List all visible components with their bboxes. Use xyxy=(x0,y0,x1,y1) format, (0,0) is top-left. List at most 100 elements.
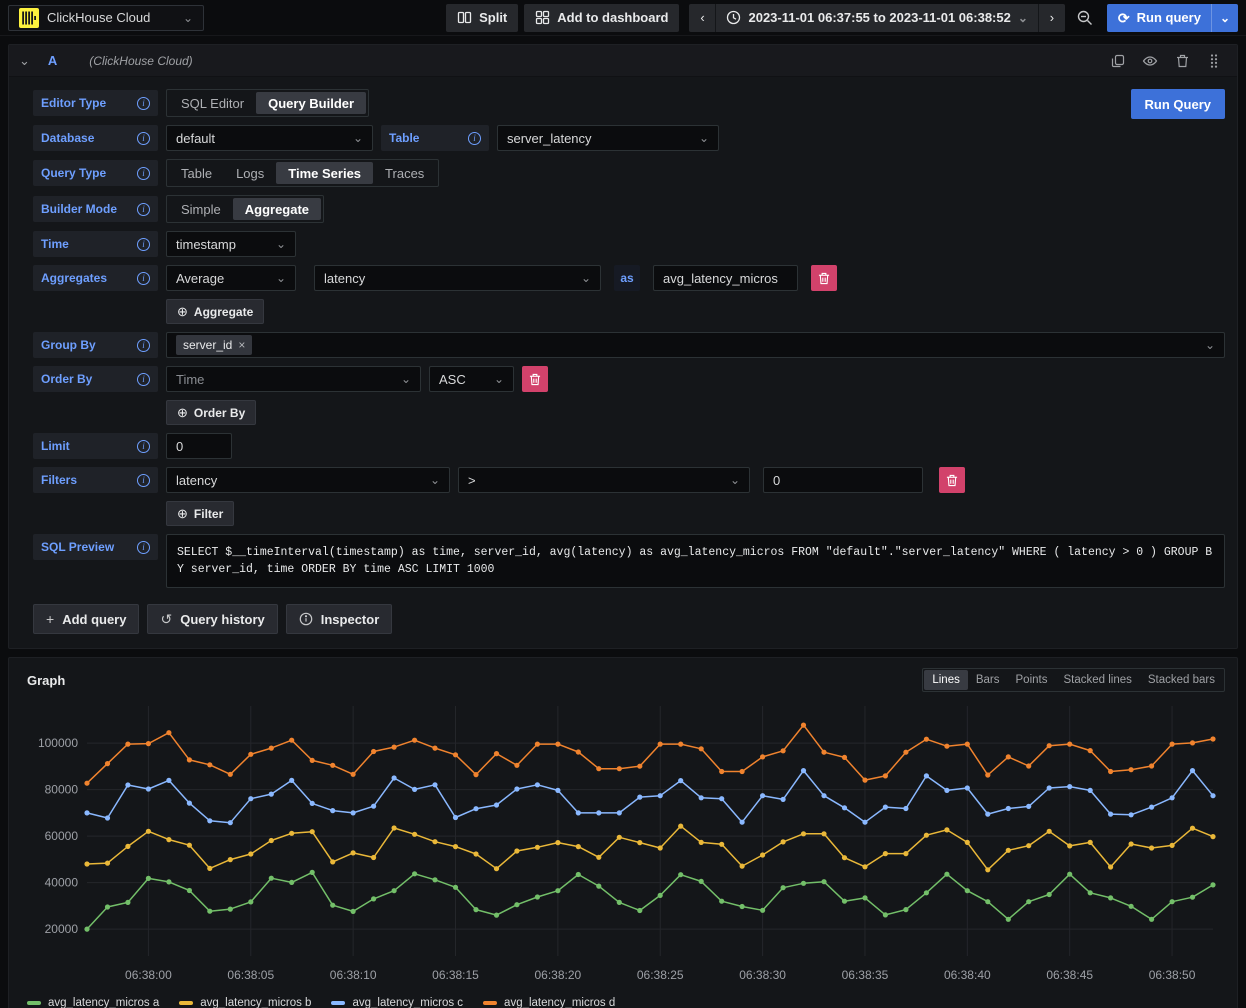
time-series-chart[interactable]: 06:38:0006:38:0506:38:1006:38:1506:38:20… xyxy=(21,694,1225,990)
run-query-button[interactable]: ⟳ Run query xyxy=(1107,4,1211,32)
info-icon[interactable]: i xyxy=(137,272,150,285)
history-icon: ↺ xyxy=(160,611,172,628)
info-icon[interactable]: i xyxy=(137,373,150,386)
group-by-multiselect[interactable]: server_id× ⌄ xyxy=(166,332,1225,358)
info-icon[interactable]: i xyxy=(137,474,150,487)
graph-style-bars[interactable]: Bars xyxy=(968,670,1008,690)
time-shift-forward-button[interactable]: › xyxy=(1039,4,1065,32)
time-shift-back-button[interactable]: ‹ xyxy=(689,4,715,32)
collapse-query-icon[interactable]: ⌄ xyxy=(19,53,30,69)
info-icon[interactable]: i xyxy=(137,203,150,216)
graph-style-points[interactable]: Points xyxy=(1008,670,1056,690)
aggregate-alias-input[interactable] xyxy=(653,265,798,291)
editor-type-option-sql-editor[interactable]: SQL Editor xyxy=(169,92,256,114)
chevron-down-icon: ⌄ xyxy=(276,238,286,250)
field-label-order-by: Order Byi xyxy=(33,366,158,392)
run-query-dropdown[interactable]: ⌄ xyxy=(1211,4,1238,32)
as-badge: as xyxy=(614,265,640,291)
datasource-picker[interactable]: ClickHouse Cloud ⌄ xyxy=(8,5,204,31)
svg-text:06:38:05: 06:38:05 xyxy=(227,968,274,982)
field-label-group-by: Group Byi xyxy=(33,332,158,358)
split-button[interactable]: Split xyxy=(446,4,518,32)
query-datasource-note: (ClickHouse Cloud) xyxy=(89,54,192,68)
builder-mode-option-simple[interactable]: Simple xyxy=(169,198,233,220)
remove-aggregate-button[interactable] xyxy=(811,265,837,291)
query-footer-actions: +Add query ↺Query history Inspector xyxy=(33,604,1225,634)
add-to-dashboard-button[interactable]: Add to dashboard xyxy=(524,4,679,32)
builder-mode-toggle: Simple Aggregate xyxy=(166,195,324,223)
remove-query-icon[interactable] xyxy=(1171,50,1193,72)
refresh-icon: ⟳ xyxy=(1118,11,1130,25)
legend-item[interactable]: avg_latency_micros d xyxy=(483,997,615,1008)
legend-label: avg_latency_micros d xyxy=(504,997,615,1008)
chevron-down-icon: ⌄ xyxy=(581,272,591,284)
field-label-aggregates: Aggregatesi xyxy=(33,265,158,291)
graph-style-toggle: Lines Bars Points Stacked lines Stacked … xyxy=(922,668,1225,692)
database-select[interactable]: default⌄ xyxy=(166,125,373,151)
table-select[interactable]: server_latency⌄ xyxy=(497,125,719,151)
time-column-select[interactable]: timestamp⌄ xyxy=(166,231,296,257)
info-icon[interactable]: i xyxy=(137,541,150,554)
add-query-button[interactable]: +Add query xyxy=(33,604,139,634)
limit-input[interactable] xyxy=(166,433,232,459)
remove-filter-button[interactable] xyxy=(939,467,965,493)
chart-legend: avg_latency_micros a avg_latency_micros b… xyxy=(21,993,1225,1008)
inspector-button[interactable]: Inspector xyxy=(286,604,393,634)
add-aggregate-button[interactable]: ⊕Aggregate xyxy=(166,299,264,324)
graph-style-lines[interactable]: Lines xyxy=(924,670,968,690)
filter-value-input[interactable] xyxy=(763,467,923,493)
query-type-option-table[interactable]: Table xyxy=(169,162,224,184)
info-icon[interactable]: i xyxy=(137,167,150,180)
run-query-panel-button[interactable]: Run Query xyxy=(1131,89,1225,119)
field-label-table: Tablei xyxy=(381,125,489,151)
editor-type-option-query-builder[interactable]: Query Builder xyxy=(256,92,366,114)
aggregate-column-select[interactable]: latency⌄ xyxy=(314,265,601,291)
aggregate-function-select[interactable]: Average⌄ xyxy=(166,265,296,291)
info-icon[interactable]: i xyxy=(137,339,150,352)
filter-operator-select[interactable]: >⌄ xyxy=(458,467,750,493)
svg-text:06:38:30: 06:38:30 xyxy=(739,968,786,982)
query-type-option-traces[interactable]: Traces xyxy=(373,162,436,184)
duplicate-query-icon[interactable] xyxy=(1107,50,1129,72)
zoom-out-icon[interactable] xyxy=(1071,4,1099,32)
info-icon[interactable]: i xyxy=(137,440,150,453)
remove-chip-icon[interactable]: × xyxy=(238,338,245,352)
order-by-direction-select[interactable]: ASC⌄ xyxy=(429,366,514,392)
time-range-control: ‹ 2023-11-01 06:37:55 to 2023-11-01 06:3… xyxy=(689,4,1064,32)
hide-query-icon[interactable] xyxy=(1139,50,1161,72)
remove-order-by-button[interactable] xyxy=(522,366,548,392)
field-label-database: Databasei xyxy=(33,125,158,151)
legend-item[interactable]: avg_latency_micros b xyxy=(179,997,311,1008)
add-filter-button[interactable]: ⊕Filter xyxy=(166,501,234,526)
legend-label: avg_latency_micros a xyxy=(48,997,159,1008)
svg-text:06:38:00: 06:38:00 xyxy=(125,968,172,982)
info-icon[interactable]: i xyxy=(137,238,150,251)
legend-item[interactable]: avg_latency_micros c xyxy=(331,997,463,1008)
add-order-by-button[interactable]: ⊕Order By xyxy=(166,400,256,425)
plus-circle-icon: ⊕ xyxy=(177,304,188,320)
svg-text:100000: 100000 xyxy=(38,736,78,750)
graph-style-stacked-bars[interactable]: Stacked bars xyxy=(1140,670,1223,690)
clock-icon xyxy=(726,10,741,25)
svg-text:20000: 20000 xyxy=(45,922,79,936)
drag-handle-icon[interactable] xyxy=(1203,50,1225,72)
order-by-field-select[interactable]: Time⌄ xyxy=(166,366,421,392)
builder-mode-option-aggregate[interactable]: Aggregate xyxy=(233,198,321,220)
legend-item[interactable]: avg_latency_micros a xyxy=(27,997,159,1008)
chevron-down-icon: ⌄ xyxy=(276,272,286,284)
query-ref-id[interactable]: A xyxy=(48,53,57,68)
info-icon[interactable]: i xyxy=(137,97,150,110)
query-history-button[interactable]: ↺Query history xyxy=(147,604,277,634)
info-icon[interactable]: i xyxy=(137,132,150,145)
info-icon[interactable]: i xyxy=(468,132,481,145)
query-header: ⌄ A (ClickHouse Cloud) xyxy=(9,45,1237,77)
query-type-option-time-series[interactable]: Time Series xyxy=(276,162,373,184)
query-type-option-logs[interactable]: Logs xyxy=(224,162,276,184)
filter-field-select[interactable]: latency⌄ xyxy=(166,467,450,493)
time-range-picker[interactable]: 2023-11-01 06:37:55 to 2023-11-01 06:38:… xyxy=(715,4,1038,32)
graph-style-stacked-lines[interactable]: Stacked lines xyxy=(1055,670,1139,690)
svg-text:80000: 80000 xyxy=(45,783,79,797)
query-type-toggle: Table Logs Time Series Traces xyxy=(166,159,439,187)
clickhouse-logo-icon xyxy=(19,8,39,28)
graph-panel: Graph Lines Bars Points Stacked lines St… xyxy=(8,657,1238,1008)
